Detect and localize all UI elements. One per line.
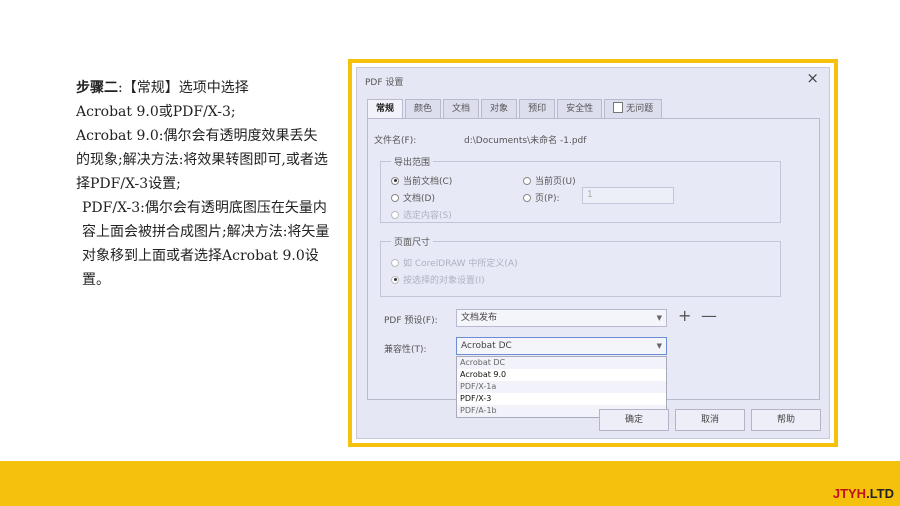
step-title: 步骤二: [76, 80, 118, 96]
page-size-group: 页面尺寸 如 CorelDRAW 中所定义(A) 按选择的对象设置(I): [380, 235, 781, 297]
preset-select[interactable]: 文档发布 ▼: [456, 309, 667, 327]
brand-name: JTYH: [832, 486, 867, 501]
brand-suffix: .LTD: [866, 486, 894, 501]
dialog-titlebar: PDF 设置 ×: [357, 68, 829, 90]
ok-button[interactable]: 确定: [599, 409, 669, 431]
dialog-title: PDF 设置: [365, 78, 404, 88]
radio-dot-selected: [391, 176, 399, 185]
instruction-line-2: Acrobat 9.0或PDF/X-3;: [76, 104, 236, 120]
radio-as-coreldraw-label: 如 CorelDRAW 中所定义(A): [403, 259, 518, 269]
tab-document[interactable]: 文档: [443, 99, 480, 118]
pdf-settings-dialog: PDF 设置 × 常规 颜色 文档 对象 预印 安全性 无问题 文件名(F): …: [356, 67, 830, 439]
export-range-group: 导出范围 当前文档(C) 当前页(U) 文档(D) 页(P): 1 选定内容(S…: [380, 155, 781, 223]
radio-documents[interactable]: 文档(D): [391, 191, 435, 204]
tab-color[interactable]: 颜色: [405, 99, 442, 118]
document-icon: [613, 102, 624, 113]
tab-security[interactable]: 安全性: [557, 99, 603, 118]
compatibility-select-value: Acrobat DC: [461, 341, 512, 351]
tab-bar: 常规 颜色 文档 对象 预印 安全性 无问题: [367, 99, 664, 119]
filename-label: 文件名(F):: [374, 136, 417, 146]
tab-no-issues-label: 无问题: [626, 104, 654, 114]
tab-no-issues[interactable]: 无问题: [604, 99, 663, 118]
tab-prepress[interactable]: 预印: [519, 99, 556, 118]
footer-band: [0, 461, 900, 506]
chevron-down-icon: ▼: [656, 314, 662, 322]
tab-general[interactable]: 常规: [367, 99, 404, 119]
general-panel: 文件名(F): d:\Documents\未命名 -1.pdf 导出范围 当前文…: [367, 118, 820, 418]
step-title-rest: :【常规】选项中选择: [118, 80, 249, 96]
radio-current-document[interactable]: 当前文档(C): [391, 174, 452, 187]
radio-current-page[interactable]: 当前页(U): [523, 174, 576, 187]
radio-dot: [391, 193, 399, 202]
radio-as-selected-label: 按选择的对象设置(I): [403, 276, 485, 286]
instruction-line-3: Acrobat 9.0:偶尔会有透明度效果丢失的现象;解决方法:将效果转图即可,…: [76, 128, 328, 192]
radio-selection-label: 选定内容(S): [403, 211, 452, 221]
export-range-title: 导出范围: [391, 155, 434, 168]
radio-pages[interactable]: 页(P):: [523, 191, 559, 204]
add-preset-icon[interactable]: +: [678, 308, 691, 324]
radio-as-coreldraw[interactable]: 如 CorelDRAW 中所定义(A): [391, 256, 518, 269]
radio-as-selected[interactable]: 按选择的对象设置(I): [391, 273, 485, 286]
radio-selection[interactable]: 选定内容(S): [391, 208, 452, 221]
remove-preset-icon[interactable]: —: [701, 308, 717, 324]
chevron-down-icon: ▼: [656, 342, 662, 350]
radio-current-document-label: 当前文档(C): [403, 177, 453, 187]
highlight-frame: PDF 设置 × 常规 颜色 文档 对象 预印 安全性 无问题 文件名(F): …: [348, 59, 838, 447]
preset-label: PDF 预设(F):: [384, 316, 438, 326]
radio-dot: [523, 176, 531, 185]
radio-documents-label: 文档(D): [403, 194, 435, 204]
instructions-text: 步骤二:【常规】选项中选择 Acrobat 9.0或PDF/X-3; Acrob…: [76, 76, 331, 292]
compatibility-option[interactable]: PDF/X-1a: [457, 381, 666, 393]
radio-pages-label: 页(P):: [535, 194, 560, 204]
pages-input[interactable]: 1: [582, 187, 674, 204]
help-button[interactable]: 帮助: [751, 409, 821, 431]
page-size-title: 页面尺寸: [391, 235, 434, 248]
compatibility-select[interactable]: Acrobat DC ▼: [456, 337, 667, 355]
radio-dot: [523, 193, 531, 202]
filename-value: d:\Documents\未命名 -1.pdf: [464, 136, 587, 146]
cancel-button[interactable]: 取消: [675, 409, 745, 431]
instruction-line-1: 步骤二:【常规】选项中选择: [76, 76, 331, 100]
radio-current-page-label: 当前页(U): [535, 177, 576, 187]
close-icon[interactable]: ×: [806, 71, 819, 86]
brand-logo: JTYH.LTD: [833, 486, 894, 501]
tab-objects[interactable]: 对象: [481, 99, 518, 118]
compatibility-option[interactable]: PDF/X-3: [457, 393, 666, 405]
compatibility-option[interactable]: Acrobat DC: [457, 357, 666, 369]
compatibility-label: 兼容性(T):: [384, 345, 427, 355]
compatibility-option[interactable]: Acrobat 9.0: [457, 369, 666, 381]
radio-dot: [391, 210, 399, 219]
radio-dot: [391, 258, 399, 267]
instruction-line-4: PDF/X-3:偶尔会有透明底图压在矢量内容上面会被拼合成图片;解决方法:将矢量…: [82, 200, 330, 288]
radio-dot-selected: [391, 275, 399, 284]
preset-select-value: 文档发布: [461, 313, 498, 323]
